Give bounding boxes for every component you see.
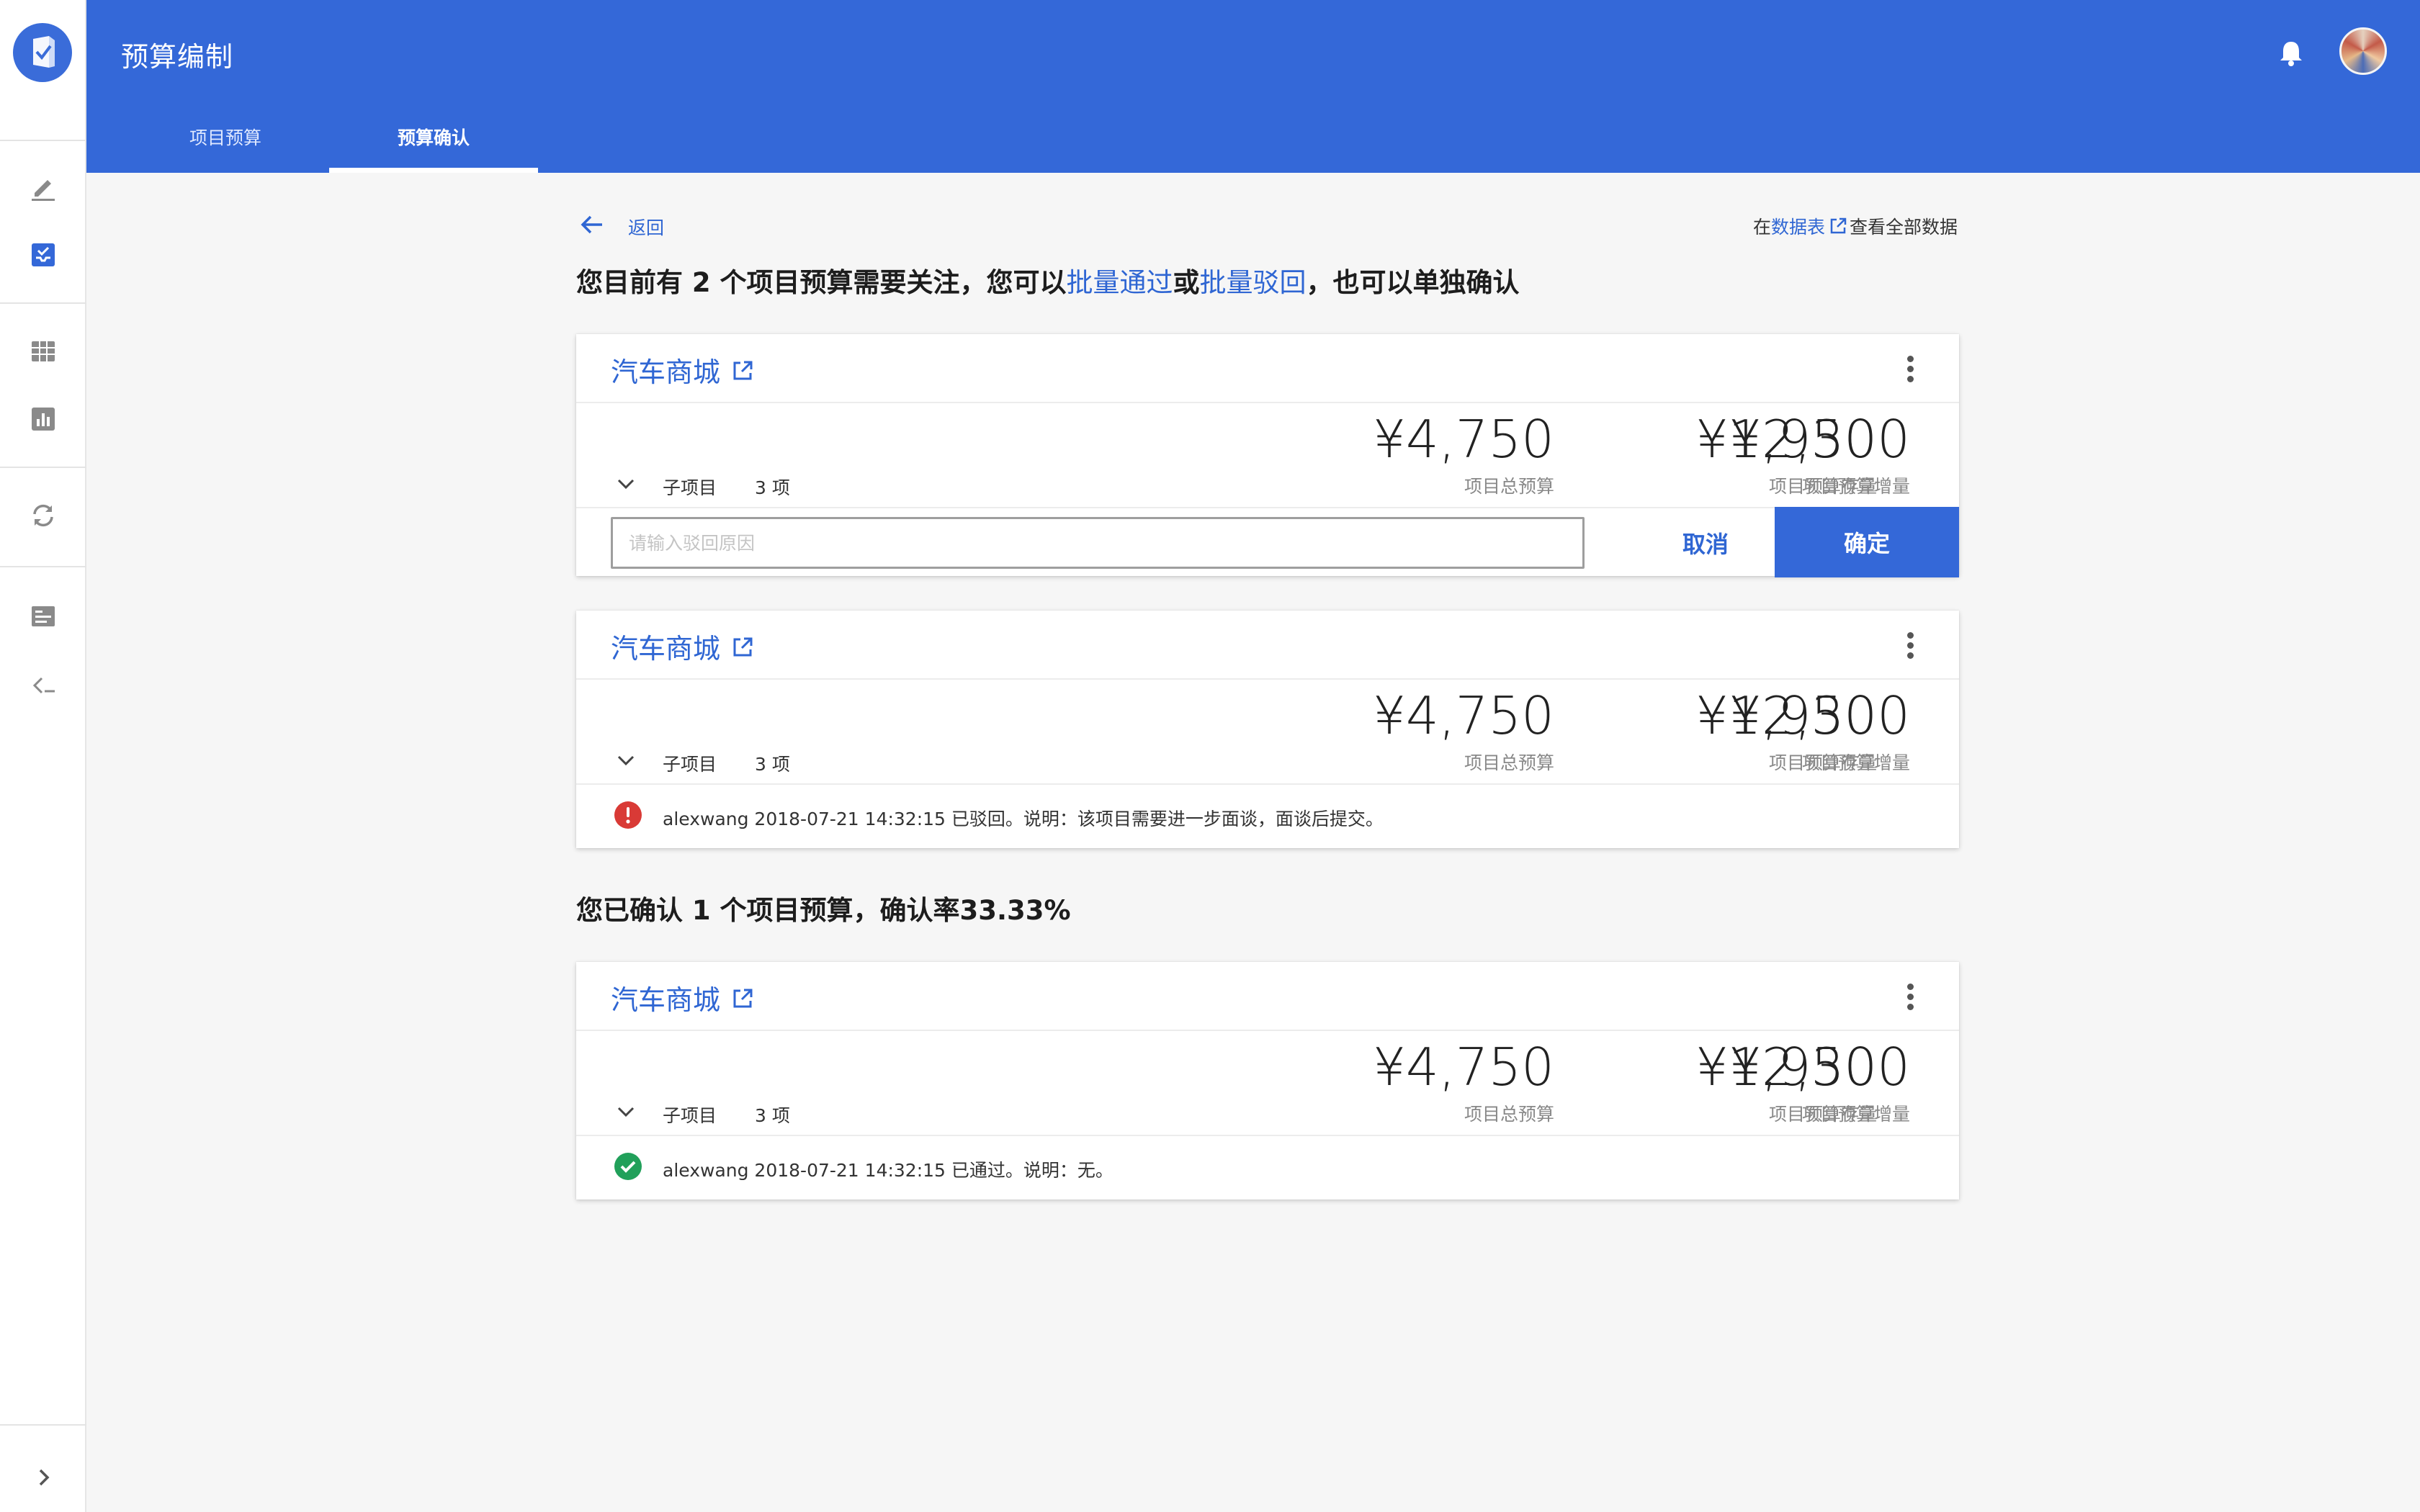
app-logo[interactable] [13,23,72,82]
card-header: 汽车商城 [576,962,1959,1031]
pending-text-tail: ，也可以单独确认 [1306,267,1520,298]
confirmed-heading: 您已确认 1 个项目预算，确认率33.33% [576,895,1071,926]
back-label[interactable]: 返回 [628,214,664,240]
total-budget-value: ¥4,750 [1373,685,1554,746]
budget-increment-caption: 项目预算增量 [1801,752,1910,773]
inbox-check-icon[interactable] [26,238,60,272]
total-budget-caption: 项目总预算 [1464,476,1554,497]
check-circle-icon [614,1152,642,1181]
table-grid-icon[interactable] [26,334,60,369]
cancel-button[interactable]: 取消 [1613,508,1798,577]
total-budget-caption: 项目总预算 [1464,1104,1554,1125]
budget-increment-value: ¥2,300 [1729,409,1910,469]
arrow-left-icon[interactable] [576,209,608,240]
logo-area [0,0,86,108]
collapse-left-icon[interactable] [26,668,60,703]
status-text: alexwang 2018-07-21 14:32:15 已通过。说明：无。 [663,1160,1113,1181]
tab-budget-confirm[interactable]: 预算确认 [329,115,538,173]
budget-increment-caption: 项目预算增量 [1801,476,1910,497]
total-budget-value: ¥4,750 [1373,1037,1554,1097]
project-title[interactable]: 汽车商城 [611,984,720,1016]
chevron-down-icon[interactable] [615,1103,637,1120]
or-text: 或 [1173,267,1200,298]
batch-reject-link[interactable]: 批量驳回 [1200,267,1307,298]
budget-increment-value: ¥2,300 [1729,1037,1910,1097]
card-header: 汽车商城 [576,334,1959,403]
rail-divider [0,467,86,468]
data-sheet-hint: 在数据表 查看全部数据 [1753,213,1958,239]
avatar[interactable] [2339,27,2387,75]
rail-divider [0,140,86,141]
card-body: 子项目 3 项 ¥4,750 项目总预算 ¥1,950 项目预算存量 ¥2,30… [576,680,1959,783]
status-row: alexwang 2018-07-21 14:32:15 已驳回。说明：该项目需… [576,783,1959,848]
external-link-icon[interactable] [1828,216,1848,236]
pending-text: 您目前有 2 个项目预算需要关注，您可以 [576,267,1067,298]
subproject-label: 子项目 [663,1105,717,1126]
project-card: 汽车商城 子项目 3 项 ¥4,750 项目总预算 ¥1,950 项目预算存量 … [576,611,1959,848]
bar-chart-icon[interactable] [26,402,60,436]
subproject-label: 子项目 [663,754,717,775]
confirm-button[interactable]: 确定 [1775,507,1959,577]
rail-divider [0,566,86,567]
batch-approve-link[interactable]: 批量通过 [1067,267,1173,298]
subproject-count: 3 项 [755,1105,790,1126]
subproject-count: 3 项 [755,754,790,775]
pending-heading: 您目前有 2 个项目预算需要关注，您可以批量通过或批量驳回，也可以单独确认 [576,261,1520,300]
side-rail [0,0,86,1512]
card-body: 子项目 3 项 ¥4,750 项目总预算 ¥1,950 项目预算存量 ¥2,30… [576,1031,1959,1135]
project-title-link[interactable]: 汽车商城 [611,626,755,666]
more-menu-icon[interactable] [1907,984,1916,1012]
card-header: 汽车商城 [576,611,1959,680]
data-sheet-link[interactable]: 数据表 [1771,217,1825,238]
more-menu-icon[interactable] [1907,356,1916,384]
total-budget-value: ¥4,750 [1373,409,1554,469]
status-row: alexwang 2018-07-21 14:32:15 已通过。说明：无。 [576,1135,1959,1200]
more-menu-icon[interactable] [1907,632,1916,661]
project-title-link[interactable]: 汽车商城 [611,978,755,1017]
sheet-suffix: 查看全部数据 [1849,217,1958,238]
sync-icon[interactable] [26,498,60,533]
chevron-down-icon[interactable] [615,752,637,769]
budget-increment-value: ¥2,300 [1729,685,1910,746]
app-bar: 预算编制 项目预算 预算确认 [86,0,2420,173]
page-title: 预算编制 [121,41,234,73]
subproject-label: 子项目 [663,477,717,498]
subproject-count: 3 项 [755,477,790,498]
reject-reason-input[interactable] [611,517,1585,569]
project-card: 汽车商城 子项目 3 项 ¥4,750 项目总预算 ¥1,950 项目预算存量 … [576,334,1959,577]
project-card: 汽车商城 子项目 3 项 ¥4,750 项目总预算 ¥1,950 项目预算存量 … [576,962,1959,1200]
project-title-link[interactable]: 汽车商城 [611,350,755,390]
project-title[interactable]: 汽车商城 [611,356,720,388]
status-text: alexwang 2018-07-21 14:32:15 已驳回。说明：该项目需… [663,809,1384,829]
project-title[interactable]: 汽车商城 [611,633,720,665]
total-budget-caption: 项目总预算 [1464,752,1554,773]
rail-divider [0,1424,86,1426]
card-body: 子项目 3 项 ¥4,750 项目总预算 ¥1,950 项目预算存量 ¥2,30… [576,403,1959,507]
external-link-icon[interactable] [730,986,755,1011]
error-icon [614,801,642,829]
tab-project-budget[interactable]: 项目预算 [121,115,330,173]
bell-icon[interactable] [2275,36,2308,69]
list-card-icon[interactable] [26,599,60,634]
external-link-icon[interactable] [730,635,755,660]
chevron-down-icon[interactable] [615,475,637,492]
chevron-right-icon[interactable] [26,1460,60,1495]
budget-increment-caption: 项目预算增量 [1801,1104,1910,1125]
rail-divider [0,302,86,304]
pencil-icon[interactable] [26,170,60,204]
sheet-prefix: 在 [1752,217,1771,238]
reject-form: 取消 确定 [576,507,1959,577]
external-link-icon[interactable] [730,359,755,383]
